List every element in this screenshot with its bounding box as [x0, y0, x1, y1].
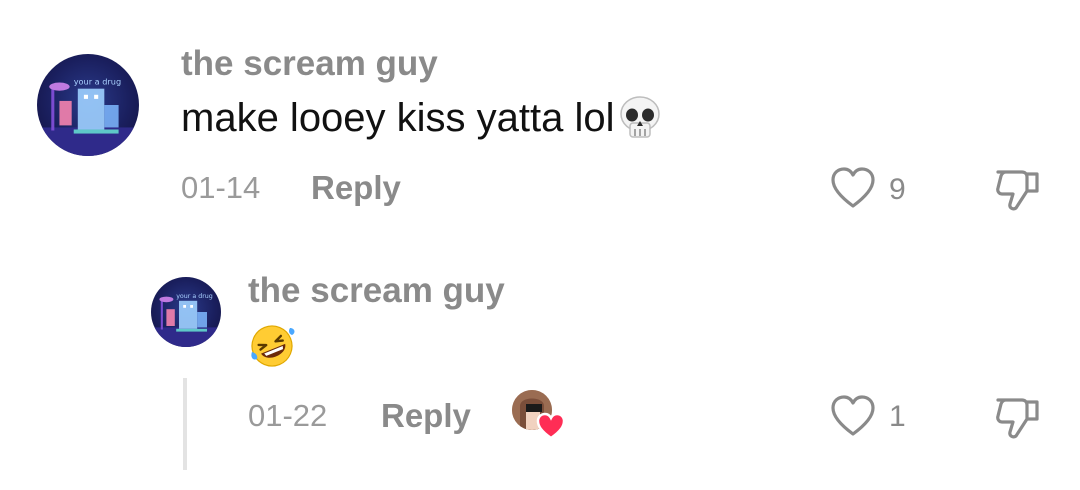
dislike-button[interactable]	[992, 166, 1042, 214]
comment-date: 01-14	[181, 170, 261, 205]
reply-username[interactable]: the scream guy	[248, 271, 505, 311]
heart-icon	[831, 395, 875, 436]
reply-date: 01-22	[248, 398, 328, 433]
thumbs-down-icon	[996, 398, 1039, 439]
skull-emoji-icon	[617, 95, 663, 141]
like-button[interactable]	[830, 394, 876, 440]
like-count: 9	[889, 173, 906, 206]
reply-button[interactable]: Reply	[311, 170, 401, 206]
svg-text:your a drug: your a drug	[74, 77, 121, 87]
thumbs-down-icon	[996, 170, 1039, 211]
creator-liked-badge	[510, 388, 566, 440]
comment-username[interactable]: the scream guy	[181, 44, 438, 84]
avatar[interactable]: your a drug	[37, 54, 139, 156]
dislike-button[interactable]	[992, 394, 1042, 442]
svg-text:your a drug: your a drug	[176, 293, 213, 300]
like-count: 1	[889, 400, 906, 433]
reply-avatar[interactable]: your a drug	[151, 277, 221, 347]
rolling-on-floor-laughing-emoji-icon	[248, 322, 296, 370]
thread-line	[183, 378, 187, 470]
reply-button[interactable]: Reply	[381, 398, 471, 434]
heart-icon	[536, 412, 566, 440]
comment-text: make looey kiss yatta lol	[181, 95, 663, 141]
comment-body: make looey kiss yatta lol	[181, 96, 615, 140]
heart-icon	[831, 167, 875, 208]
like-button[interactable]	[830, 166, 876, 212]
